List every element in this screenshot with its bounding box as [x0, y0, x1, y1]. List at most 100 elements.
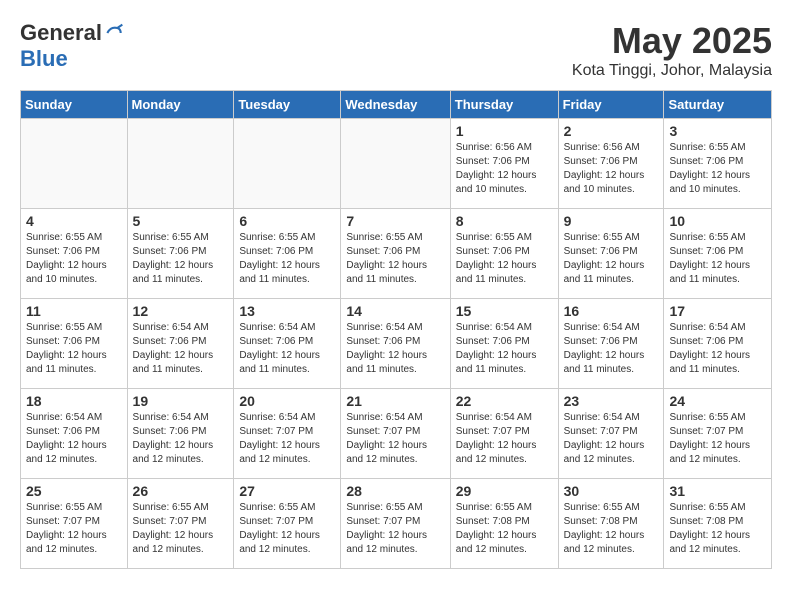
day-number: 27	[239, 483, 335, 499]
day-info: Sunrise: 6:54 AMSunset: 7:06 PMDaylight:…	[346, 321, 444, 377]
day-info: Sunrise: 6:54 AMSunset: 7:06 PMDaylight:…	[669, 321, 766, 377]
day-info: Sunrise: 6:54 AMSunset: 7:07 PMDaylight:…	[456, 411, 553, 467]
table-cell: 12 Sunrise: 6:54 AMSunset: 7:06 PMDayligh…	[127, 299, 234, 389]
day-info: Sunrise: 6:54 AMSunset: 7:07 PMDaylight:…	[346, 411, 444, 467]
day-info: Sunrise: 6:55 AMSunset: 7:06 PMDaylight:…	[133, 231, 229, 287]
day-number: 6	[239, 213, 335, 229]
day-info: Sunrise: 6:54 AMSunset: 7:06 PMDaylight:…	[564, 321, 659, 377]
day-number: 3	[669, 123, 766, 139]
table-cell: 18Sunrise: 6:54 AMSunset: 7:06 PMDayligh…	[21, 389, 128, 479]
table-cell: 31Sunrise: 6:55 AMSunset: 7:08 PMDayligh…	[664, 479, 772, 569]
table-cell: 7 Sunrise: 6:55 AMSunset: 7:06 PMDaylight…	[341, 209, 450, 299]
table-cell: 6 Sunrise: 6:55 AMSunset: 7:06 PMDaylight…	[234, 209, 341, 299]
day-info: Sunrise: 6:55 AMSunset: 7:06 PMDaylight:…	[669, 231, 766, 287]
day-info: Sunrise: 6:55 AMSunset: 7:07 PMDaylight:…	[133, 501, 229, 557]
day-number: 14	[346, 303, 444, 319]
table-cell: 13 Sunrise: 6:54 AMSunset: 7:06 PMDayligh…	[234, 299, 341, 389]
day-number: 25	[26, 483, 122, 499]
table-cell: 17Sunrise: 6:54 AMSunset: 7:06 PMDayligh…	[664, 299, 772, 389]
week-row-4: 18Sunrise: 6:54 AMSunset: 7:06 PMDayligh…	[21, 389, 772, 479]
month-title: May 2025	[572, 20, 772, 62]
col-wednesday: Wednesday	[341, 91, 450, 119]
day-info: Sunrise: 6:56 AMSunset: 7:06 PMDaylight:…	[564, 141, 659, 197]
table-cell	[234, 119, 341, 209]
week-row-5: 25 Sunrise: 6:55 AMSunset: 7:07 PMDayligh…	[21, 479, 772, 569]
day-number: 26	[133, 483, 229, 499]
table-cell: 28Sunrise: 6:55 AMSunset: 7:07 PMDayligh…	[341, 479, 450, 569]
day-info: Sunrise: 6:54 AMSunset: 7:06 PMDaylight:…	[133, 321, 229, 377]
day-info: Sunrise: 6:55 AMSunset: 7:06 PMDaylight:…	[26, 321, 122, 377]
logo-icon	[104, 23, 124, 43]
day-info: Sunrise: 6:55 AMSunset: 7:06 PMDaylight:…	[456, 231, 553, 287]
table-cell: 21 Sunrise: 6:54 AMSunset: 7:07 PMDayligh…	[341, 389, 450, 479]
col-monday: Monday	[127, 91, 234, 119]
calendar-table: Sunday Monday Tuesday Wednesday Thursday…	[20, 90, 772, 569]
col-tuesday: Tuesday	[234, 91, 341, 119]
day-number: 30	[564, 483, 659, 499]
day-number: 15	[456, 303, 553, 319]
col-sunday: Sunday	[21, 91, 128, 119]
day-info: Sunrise: 6:55 AMSunset: 7:06 PMDaylight:…	[564, 231, 659, 287]
day-number: 13	[239, 303, 335, 319]
day-number: 1	[456, 123, 553, 139]
table-cell: 16Sunrise: 6:54 AMSunset: 7:06 PMDayligh…	[558, 299, 664, 389]
day-number: 5	[133, 213, 229, 229]
day-info: Sunrise: 6:55 AMSunset: 7:08 PMDaylight:…	[669, 501, 766, 557]
table-cell	[127, 119, 234, 209]
day-number: 22	[456, 393, 553, 409]
day-info: Sunrise: 6:55 AMSunset: 7:06 PMDaylight:…	[669, 141, 766, 197]
week-row-3: 11 Sunrise: 6:55 AMSunset: 7:06 PMDayligh…	[21, 299, 772, 389]
day-info: Sunrise: 6:55 AMSunset: 7:07 PMDaylight:…	[346, 501, 444, 557]
day-info: Sunrise: 6:55 AMSunset: 7:06 PMDaylight:…	[239, 231, 335, 287]
table-cell: 4 Sunrise: 6:55 AMSunset: 7:06 PMDaylight…	[21, 209, 128, 299]
day-number: 24	[669, 393, 766, 409]
day-info: Sunrise: 6:56 AMSunset: 7:06 PMDaylight:…	[456, 141, 553, 197]
table-cell: 15 Sunrise: 6:54 AMSunset: 7:06 PMDayligh…	[450, 299, 558, 389]
day-number: 10	[669, 213, 766, 229]
logo: General Blue	[20, 20, 124, 72]
table-cell: 2 Sunrise: 6:56 AMSunset: 7:06 PMDaylight…	[558, 119, 664, 209]
day-info: Sunrise: 6:55 AMSunset: 7:06 PMDaylight:…	[26, 231, 122, 287]
location: Kota Tinggi, Johor, Malaysia	[572, 62, 772, 80]
day-number: 23	[564, 393, 659, 409]
table-cell: 30 Sunrise: 6:55 AMSunset: 7:08 PMDayligh…	[558, 479, 664, 569]
table-cell: 20Sunrise: 6:54 AMSunset: 7:07 PMDayligh…	[234, 389, 341, 479]
table-cell: 27 Sunrise: 6:55 AMSunset: 7:07 PMDayligh…	[234, 479, 341, 569]
table-cell: 11 Sunrise: 6:55 AMSunset: 7:06 PMDayligh…	[21, 299, 128, 389]
title-section: May 2025 Kota Tinggi, Johor, Malaysia	[572, 20, 772, 80]
logo-general-text: General	[20, 20, 102, 46]
table-cell: 19Sunrise: 6:54 AMSunset: 7:06 PMDayligh…	[127, 389, 234, 479]
day-number: 12	[133, 303, 229, 319]
day-number: 29	[456, 483, 553, 499]
day-info: Sunrise: 6:55 AMSunset: 7:07 PMDaylight:…	[669, 411, 766, 467]
day-info: Sunrise: 6:54 AMSunset: 7:07 PMDaylight:…	[564, 411, 659, 467]
day-info: Sunrise: 6:54 AMSunset: 7:06 PMDaylight:…	[239, 321, 335, 377]
col-friday: Friday	[558, 91, 664, 119]
day-number: 2	[564, 123, 659, 139]
day-info: Sunrise: 6:55 AMSunset: 7:07 PMDaylight:…	[26, 501, 122, 557]
day-number: 21	[346, 393, 444, 409]
day-info: Sunrise: 6:55 AMSunset: 7:08 PMDaylight:…	[564, 501, 659, 557]
day-info: Sunrise: 6:54 AMSunset: 7:06 PMDaylight:…	[456, 321, 553, 377]
table-cell: 5 Sunrise: 6:55 AMSunset: 7:06 PMDaylight…	[127, 209, 234, 299]
table-cell: 29 Sunrise: 6:55 AMSunset: 7:08 PMDayligh…	[450, 479, 558, 569]
col-saturday: Saturday	[664, 91, 772, 119]
page-header: General Blue May 2025 Kota Tinggi, Johor…	[20, 20, 772, 80]
day-number: 18	[26, 393, 122, 409]
calendar-header-row: Sunday Monday Tuesday Wednesday Thursday…	[21, 91, 772, 119]
day-number: 9	[564, 213, 659, 229]
table-cell: 25 Sunrise: 6:55 AMSunset: 7:07 PMDayligh…	[21, 479, 128, 569]
day-info: Sunrise: 6:55 AMSunset: 7:08 PMDaylight:…	[456, 501, 553, 557]
table-cell	[21, 119, 128, 209]
day-number: 11	[26, 303, 122, 319]
day-info: Sunrise: 6:55 AMSunset: 7:07 PMDaylight:…	[239, 501, 335, 557]
day-number: 4	[26, 213, 122, 229]
day-info: Sunrise: 6:55 AMSunset: 7:06 PMDaylight:…	[346, 231, 444, 287]
table-cell: 9 Sunrise: 6:55 AMSunset: 7:06 PMDaylight…	[558, 209, 664, 299]
table-cell: 23 Sunrise: 6:54 AMSunset: 7:07 PMDayligh…	[558, 389, 664, 479]
table-cell	[341, 119, 450, 209]
week-row-2: 4 Sunrise: 6:55 AMSunset: 7:06 PMDaylight…	[21, 209, 772, 299]
day-number: 7	[346, 213, 444, 229]
week-row-1: 1 Sunrise: 6:56 AMSunset: 7:06 PMDaylight…	[21, 119, 772, 209]
day-number: 8	[456, 213, 553, 229]
